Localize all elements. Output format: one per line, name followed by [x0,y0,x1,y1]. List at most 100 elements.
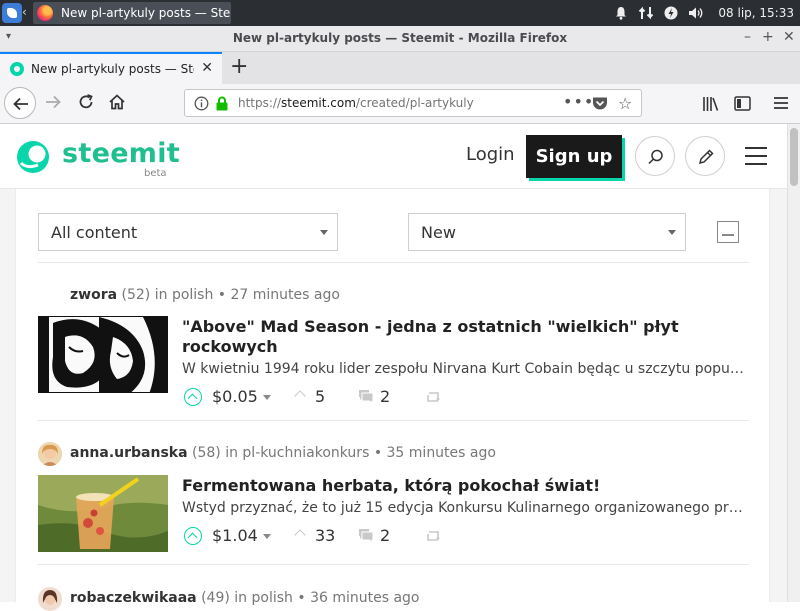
chevron-left-icon[interactable]: ‹ [22,5,27,19]
post-meta: zwora (52) in polish • 27 minutes ago [70,287,340,303]
library-icon[interactable] [702,96,720,112]
logo-text[interactable]: steemit [62,138,180,169]
upvote-icon[interactable] [184,527,202,545]
chevron-down-icon[interactable] [263,534,271,539]
back-button[interactable] [4,87,36,119]
firefox-icon [37,5,53,21]
votes-count[interactable]: 5 [315,387,325,406]
sort-select[interactable]: New [408,213,686,251]
pencil-icon [698,149,714,165]
reload-icon[interactable] [77,93,95,111]
category-link[interactable]: polish [172,287,213,303]
category-link[interactable]: polish [252,590,293,606]
author-reputation: (52) [121,287,151,303]
bell-icon[interactable] [614,6,628,20]
post-time: • 27 minutes ago [217,287,340,303]
volume-icon[interactable] [688,6,704,20]
post-thumbnail[interactable] [38,316,168,393]
reblog-icon[interactable] [425,390,441,404]
close-tab-icon[interactable]: ✕ [201,60,213,76]
author-link[interactable]: anna.urbanska [70,445,188,461]
sort-value: New [421,223,456,242]
author-link[interactable]: robaczekwikaaa [70,590,197,606]
post-excerpt[interactable]: Wstyd przyznać, że to już 15 edycja Konk… [182,500,744,516]
votes-count[interactable]: 33 [315,526,335,545]
author-reputation: (58) [192,445,221,461]
arrow-left-icon [13,97,28,111]
steemit-favicon-icon [10,62,24,76]
network-icon[interactable] [638,5,654,21]
bookmark-star-icon[interactable]: ☆ [618,94,632,113]
lock-icon[interactable] [215,96,229,111]
menu-icon[interactable] [773,96,789,110]
post-title[interactable]: "Above" Mad Season - jedna z ostatnich "… [182,317,702,357]
category-prefix: in [234,590,248,606]
post-time: • 36 minutes ago [297,590,420,606]
upvote-icon[interactable] [184,388,202,406]
comments-icon[interactable] [358,528,374,543]
payout-value[interactable]: $1.04 [212,526,258,545]
clock: 08 lip, 15:33 [718,6,794,20]
post-meta: robaczekwikaaa (49) in polish • 36 minut… [70,590,420,606]
taskbar-window-title: New pl-artykuly posts — Ste… [61,6,231,20]
steemit-logo-icon[interactable] [14,137,54,177]
chevron-down-icon [668,230,676,235]
page-actions-icon[interactable]: ••• [563,92,594,111]
new-tab-icon[interactable]: + [230,55,248,79]
info-icon[interactable] [194,96,209,111]
post-meta: anna.urbanska (58) in pl-kuchniakonkurs … [70,445,496,461]
tab-title: New pl-artykuly posts — Steemit [31,62,194,76]
comments-count[interactable]: 2 [380,526,390,545]
author-avatar[interactable] [38,587,62,611]
chevron-down-icon[interactable] [263,395,271,400]
tab-steemit[interactable]: New pl-artykuly posts — Steemit ✕ [0,52,222,84]
system-tray: 08 lip, 15:33 [614,0,794,26]
window-titlebar: ▾ New pl-artykuly posts — Steemit - Mozi… [0,26,800,52]
maximize-icon[interactable]: + [762,29,774,45]
power-icon[interactable] [664,6,678,20]
forward-icon[interactable] [44,93,62,111]
post-time: • 35 minutes ago [373,445,496,461]
post-title[interactable]: Fermentowana herbata, którą pokochał świ… [182,476,702,496]
address-bar[interactable]: https://steemit.com/created/pl-artykuly … [184,89,642,117]
reblog-icon[interactable] [425,529,441,543]
chevron-down-icon [320,230,328,235]
divider [38,564,749,565]
payout-value[interactable]: $0.05 [212,387,258,406]
home-icon[interactable] [108,93,126,111]
layout-toggle-icon[interactable] [717,221,739,243]
divider [38,262,749,263]
login-link[interactable]: Login [466,144,515,165]
content-filter-select[interactable]: All content [38,213,338,251]
logo-beta: beta [144,168,167,179]
post-thumbnail[interactable] [38,475,168,552]
author-reputation: (49) [201,590,230,606]
content-filter-value: All content [51,223,138,242]
author-link[interactable]: zwora [70,287,117,303]
author-avatar[interactable] [38,442,62,466]
category-prefix: in [225,445,238,461]
write-post-button[interactable] [685,136,725,176]
os-taskbar: ‹ New pl-artykuly posts — Ste… 08 lip, 1… [0,0,800,26]
comments-icon[interactable] [358,389,374,404]
window-title: New pl-artykuly posts — Steemit - Mozill… [232,31,568,45]
url-text: https://steemit.com/created/pl-artykuly [238,96,474,110]
close-window-icon[interactable]: ✕ [783,29,795,45]
app-menu-icon[interactable] [2,3,22,23]
scrollbar-thumb[interactable] [790,128,798,186]
category-link[interactable]: pl-kuchniakonkurs [242,445,369,461]
comments-count[interactable]: 2 [380,387,390,406]
search-button[interactable] [635,136,675,176]
tab-strip: New pl-artykuly posts — Steemit ✕ + [0,52,800,84]
taskbar-window-button[interactable]: New pl-artykuly posts — Ste… [33,2,231,24]
signup-button[interactable]: Sign up [526,135,622,178]
minimize-icon[interactable]: – [744,29,751,45]
divider [38,420,749,421]
page-scrollbar[interactable] [787,124,800,602]
post-excerpt[interactable]: W kwietniu 1994 roku lider zespołu Nirva… [182,361,744,377]
hamburger-menu-icon[interactable] [745,147,767,171]
site-header: steemit beta Login Sign up [0,125,787,189]
sidebar-icon[interactable] [734,96,751,111]
nav-toolbar: https://steemit.com/created/pl-artykuly … [0,84,800,124]
pocket-icon[interactable] [592,96,608,111]
